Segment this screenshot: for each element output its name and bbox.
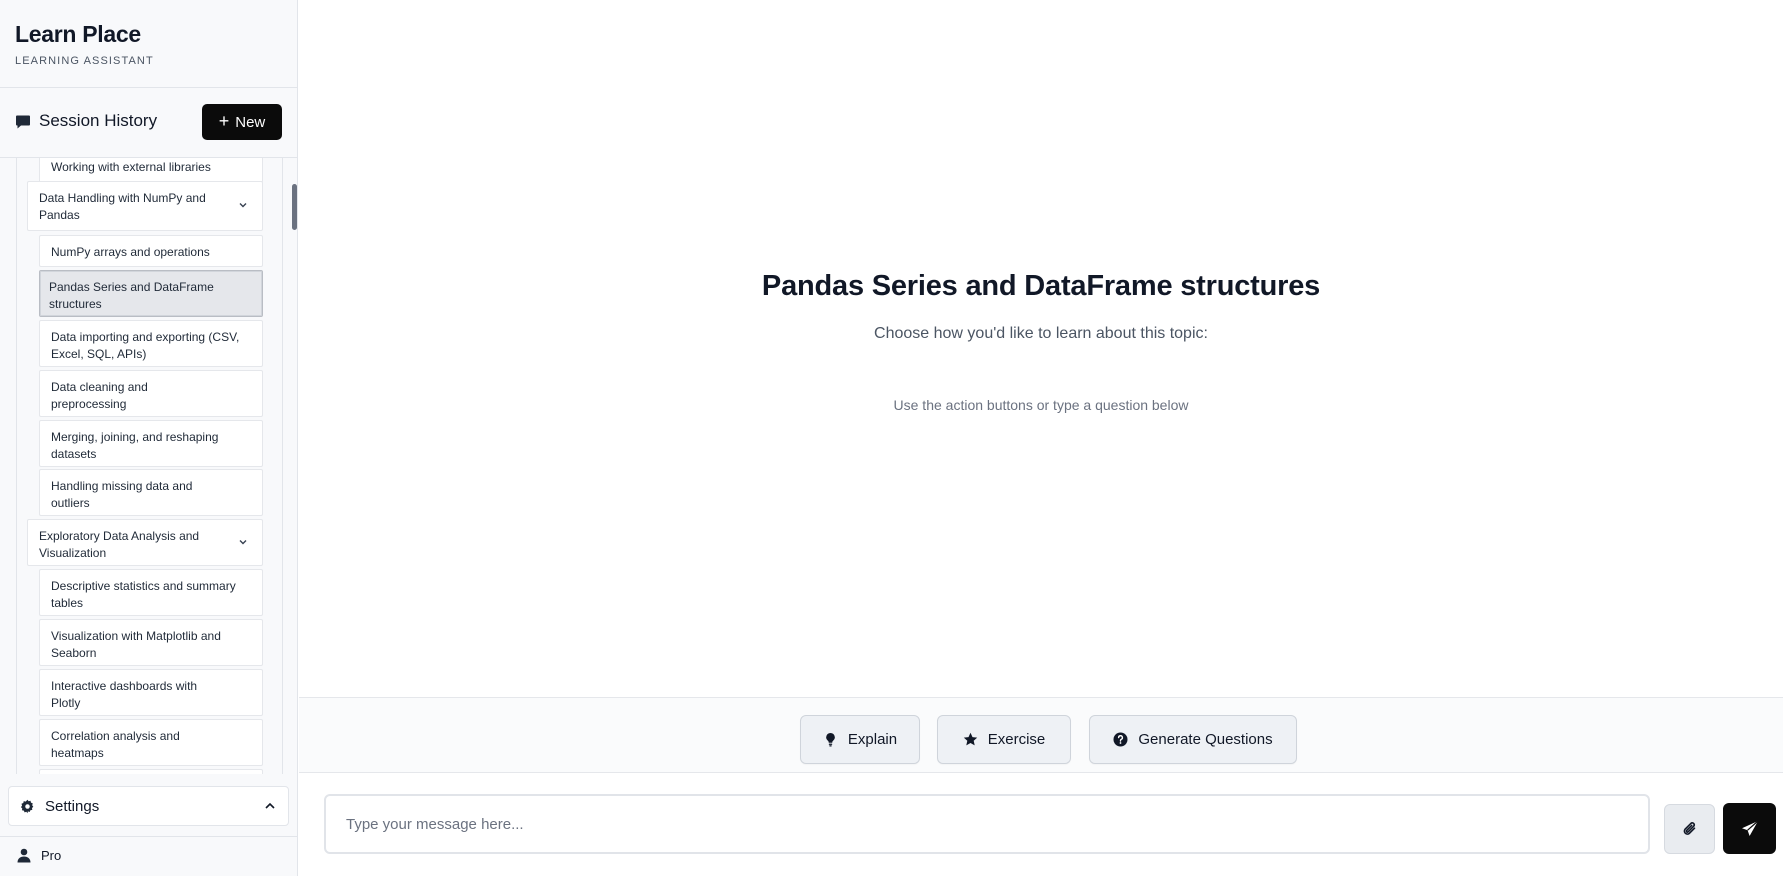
- question-circle-icon: [1113, 732, 1128, 747]
- settings-label: Settings: [45, 798, 100, 815]
- paper-plane-icon: [1741, 820, 1758, 836]
- session-history-title: Session History: [39, 111, 158, 130]
- topic-hint: Use the action buttons or type a questio…: [893, 397, 1189, 413]
- brand-title: Learn Place: [15, 21, 141, 47]
- topic-pandas-series-dataframe[interactable]: Pandas Series and DataFrame structures: [39, 270, 263, 317]
- message-composer: [299, 773, 1783, 876]
- action-bar: Explain Exercise Generate Questions: [299, 697, 1783, 773]
- brand-subtitle: LEARNING ASSISTANT: [15, 55, 154, 67]
- topic-label: Descriptive statistics and summary table…: [51, 579, 236, 610]
- topic-next-partial[interactable]: [39, 769, 263, 774]
- new-session-label: New: [235, 113, 266, 131]
- topic-tree: Working with external libraries Data Han…: [0, 158, 297, 774]
- explain-label: Explain: [847, 731, 898, 748]
- section-eda-visualization[interactable]: Exploratory Data Analysis and Visualizat…: [27, 519, 263, 566]
- sidebar-scrollbar[interactable]: [291, 158, 297, 774]
- topic-data-cleaning[interactable]: Data cleaning and preprocessing: [39, 370, 263, 417]
- topic-label: Pandas Series and DataFrame structures: [49, 280, 214, 311]
- topic-subtitle: Choose how you'd like to learn about thi…: [874, 325, 1208, 342]
- topic-correlation-heatmaps[interactable]: Correlation analysis and heatmaps: [39, 719, 263, 766]
- brand-header: Learn Place LEARNING ASSISTANT: [0, 0, 297, 88]
- topic-label: Merging, joining, and reshaping datasets: [51, 430, 219, 461]
- new-session-button[interactable]: + New: [202, 104, 282, 140]
- topic-merging-joining[interactable]: Merging, joining, and reshaping datasets: [39, 420, 263, 467]
- topic-label: Correlation analysis and heatmaps: [51, 729, 180, 760]
- topic-matplotlib-seaborn[interactable]: Visualization with Matplotlib and Seabor…: [39, 619, 263, 666]
- section-label: Exploratory Data Analysis and Visualizat…: [39, 529, 200, 560]
- topic-numpy-arrays[interactable]: NumPy arrays and operations: [39, 235, 263, 267]
- send-button[interactable]: [1723, 803, 1776, 854]
- exercise-button[interactable]: Exercise: [937, 715, 1071, 764]
- generate-questions-label: Generate Questions: [1138, 731, 1273, 748]
- session-history-header: Session History + New: [0, 88, 297, 158]
- paperclip-icon: [1683, 822, 1695, 835]
- sidebar: Learn Place LEARNING ASSISTANT Session H…: [0, 0, 298, 876]
- topic-working-with-external-libraries[interactable]: Working with external libraries: [39, 158, 263, 183]
- chevron-down-icon: [239, 539, 247, 544]
- attach-button[interactable]: [1664, 804, 1715, 854]
- main-content: Pandas Series and DataFrame structures C…: [299, 0, 1783, 876]
- topic-descriptive-statistics[interactable]: Descriptive statistics and summary table…: [39, 569, 263, 616]
- topic-label: Data cleaning and preprocessing: [51, 380, 148, 411]
- topic-data-importing[interactable]: Data importing and exporting (CSV, Excel…: [39, 320, 263, 367]
- topic-plotly-dashboards[interactable]: Interactive dashboards with Plotly: [39, 669, 263, 716]
- topic-label: Handling missing data and outliers: [51, 479, 193, 510]
- star-icon: [963, 732, 977, 746]
- plus-icon: +: [218, 111, 230, 131]
- topic-label: Visualization with Matplotlib and Seabor…: [51, 629, 221, 660]
- chevron-down-icon: [239, 203, 247, 208]
- topic-missing-data[interactable]: Handling missing data and outliers: [39, 469, 263, 516]
- topic-label: Data importing and exporting (CSV, Excel…: [51, 330, 240, 361]
- explain-button[interactable]: Explain: [800, 715, 920, 764]
- gear-icon: [20, 799, 34, 814]
- topic-title: Pandas Series and DataFrame structures: [761, 270, 1321, 302]
- user-account-row[interactable]: Pro: [0, 836, 297, 876]
- topic-label: Interactive dashboards with Plotly: [51, 679, 198, 710]
- message-input[interactable]: [324, 794, 1650, 854]
- chevron-up-icon: [265, 802, 275, 809]
- topic-label: Working with external libraries: [51, 160, 211, 174]
- sidebar-scrollbar-thumb[interactable]: [292, 184, 297, 230]
- chat-bubble-icon: [16, 115, 30, 129]
- user-plan-label: Pro: [41, 848, 62, 863]
- lightbulb-icon: [826, 733, 835, 747]
- app-window: Learn Place LEARNING ASSISTANT Session H…: [0, 0, 1783, 876]
- section-data-handling[interactable]: Data Handling with NumPy and Pandas: [27, 181, 263, 231]
- section-label: Data Handling with NumPy and Pandas: [39, 191, 206, 222]
- exercise-label: Exercise: [987, 731, 1046, 748]
- topic-label: NumPy arrays and operations: [51, 245, 210, 259]
- user-icon: [17, 848, 31, 863]
- settings-toggle[interactable]: Settings: [8, 786, 289, 826]
- generate-questions-button[interactable]: Generate Questions: [1089, 715, 1297, 764]
